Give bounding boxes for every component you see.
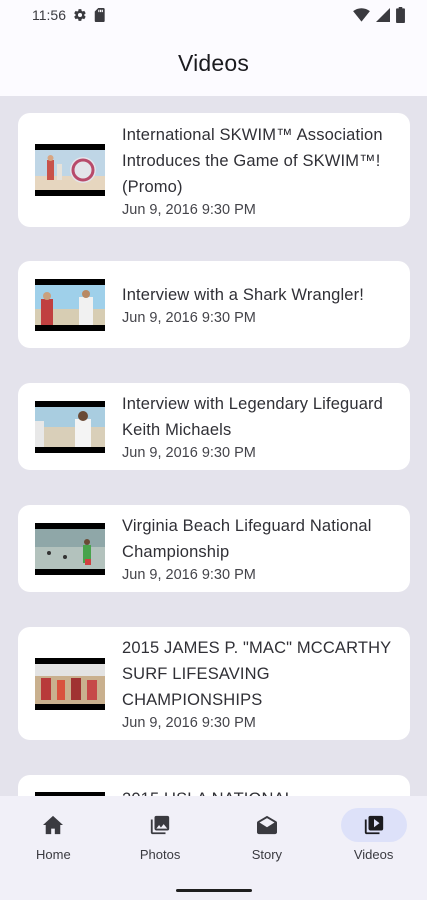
video-thumbnail bbox=[35, 657, 105, 710]
battery-icon bbox=[396, 7, 405, 23]
video-title: Virginia Beach Lifeguard National Champi… bbox=[122, 517, 372, 561]
nav-item-videos[interactable]: Videos bbox=[320, 796, 427, 883]
video-title: 2015 JAMES P. "MAC" MCCARTHY SURF LIFESA… bbox=[122, 639, 391, 709]
video-title: Interview with Legendary Lifeguard Keith… bbox=[122, 395, 384, 439]
nav-item-story[interactable]: Story bbox=[214, 796, 321, 883]
status-bar: 11:56 bbox=[0, 0, 427, 30]
photos-icon bbox=[127, 808, 193, 842]
video-title: International SKWIM™ Association Introdu… bbox=[122, 125, 383, 196]
page-title: Videos bbox=[177, 49, 250, 76]
video-date: Jun 9, 2016 9:30 PM bbox=[122, 715, 256, 731]
video-card[interactable]: 2015 USLA NATIONAL bbox=[18, 775, 410, 796]
nav-label-story: Story bbox=[251, 847, 283, 862]
sd-card-icon bbox=[94, 8, 106, 22]
bottom-navigation: Home Photos Story Videos bbox=[0, 796, 427, 883]
nav-label-photos: Photos bbox=[139, 847, 181, 862]
wifi-icon bbox=[353, 8, 370, 22]
video-card[interactable]: International SKWIM™ Association Introdu… bbox=[18, 113, 410, 227]
home-icon bbox=[20, 808, 86, 842]
video-card[interactable]: 2015 JAMES P. "MAC" MCCARTHY SURF LIFESA… bbox=[18, 627, 410, 740]
status-time: 11:56 bbox=[32, 7, 66, 23]
settings-icon bbox=[73, 8, 87, 22]
video-card[interactable]: Interview with a Shark Wrangler! Jun 9, … bbox=[18, 261, 410, 348]
home-gesture-bar[interactable] bbox=[176, 889, 252, 892]
nav-item-home[interactable]: Home bbox=[0, 796, 107, 883]
nav-label-home: Home bbox=[36, 847, 71, 862]
gesture-area bbox=[0, 883, 427, 900]
video-thumbnail bbox=[35, 400, 105, 453]
video-date: Jun 9, 2016 9:30 PM bbox=[122, 567, 256, 583]
story-icon bbox=[234, 808, 300, 842]
nav-item-photos[interactable]: Photos bbox=[107, 796, 214, 883]
video-title: Interview with a Shark Wrangler! bbox=[122, 286, 365, 304]
video-date: Jun 9, 2016 9:30 PM bbox=[122, 310, 256, 326]
nav-label-videos: Videos bbox=[353, 847, 394, 862]
video-thumbnail bbox=[35, 278, 105, 331]
video-thumbnail bbox=[35, 144, 105, 196]
video-list[interactable]: International SKWIM™ Association Introdu… bbox=[0, 96, 427, 796]
video-title: 2015 USLA NATIONAL bbox=[122, 786, 392, 796]
video-thumbnail bbox=[35, 522, 105, 575]
signal-icon bbox=[376, 8, 390, 22]
video-card[interactable]: Interview with Legendary Lifeguard Keith… bbox=[18, 383, 410, 470]
video-card[interactable]: Virginia Beach Lifeguard National Champi… bbox=[18, 505, 410, 592]
videos-icon bbox=[340, 808, 407, 842]
video-date: Jun 9, 2016 9:30 PM bbox=[122, 445, 256, 461]
top-app-bar: Videos bbox=[0, 30, 427, 96]
video-date: Jun 9, 2016 9:30 PM bbox=[122, 201, 256, 218]
